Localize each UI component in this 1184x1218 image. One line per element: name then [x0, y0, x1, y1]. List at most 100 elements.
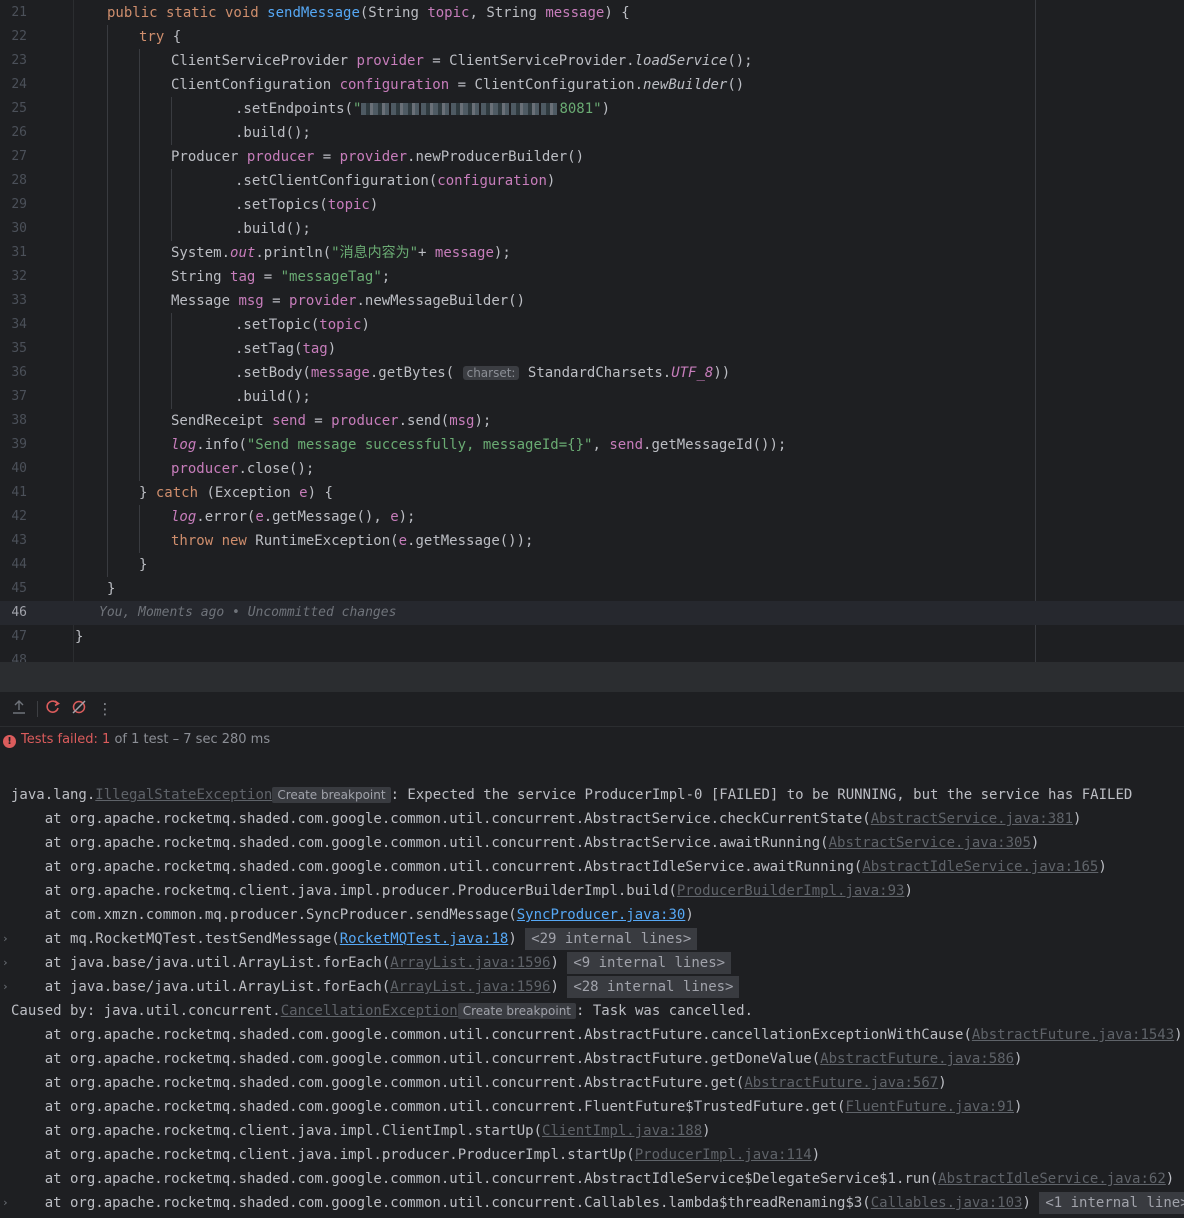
exception-line[interactable]: Caused by: java.util.concurrent.Cancella… — [0, 999, 1184, 1023]
endpoint-port: 8081 — [559, 101, 594, 117]
expand-chevron-icon[interactable]: › — [2, 951, 9, 975]
code-line[interactable]: 29 .setTopics(topic) — [0, 193, 1184, 217]
cn-string: 消息内容为 — [339, 245, 410, 261]
console-text: at org.apache.rocketmq.shaded.com.google… — [11, 1171, 1175, 1187]
code-line[interactable]: 44} — [0, 553, 1184, 577]
code-line[interactable]: 33 Message msg = provider.newMessageBuild… — [0, 289, 1184, 313]
stack-frame-line[interactable]: › at org.apache.rocketmq.shaded.com.goog… — [0, 1191, 1184, 1215]
line-number: 48 — [11, 653, 27, 662]
indent-guide — [139, 505, 140, 553]
code-line[interactable]: 34 .setTopic(topic) — [0, 313, 1184, 337]
stack-frame-line[interactable]: › at java.base/java.util.ArrayList.forEa… — [0, 951, 1184, 975]
code-line[interactable]: 28 .setClientConfiguration(configuration) — [0, 169, 1184, 193]
code-line[interactable]: 30 .build(); — [0, 217, 1184, 241]
source-link[interactable]: AbstractIdleService.java:62 — [938, 1171, 1166, 1187]
test-status-bar: ! Tests failed: 1 of 1 test – 7 sec 280 m… — [0, 727, 1184, 753]
panel-divider[interactable] — [0, 662, 1184, 692]
internal-lines-fold[interactable]: <9 internal lines> — [567, 952, 732, 974]
export-icon[interactable] — [9, 699, 29, 719]
code-line-current[interactable]: 46 You, Moments ago • Uncommitted changes — [0, 601, 1184, 625]
source-link[interactable]: ProducerImpl.java:114 — [635, 1147, 812, 1163]
stack-frame-line[interactable]: at org.apache.rocketmq.shaded.com.google… — [0, 1047, 1184, 1071]
source-link[interactable]: AbstractService.java:305 — [829, 835, 1031, 851]
source-link[interactable]: AbstractFuture.java:567 — [744, 1075, 938, 1091]
internal-lines-fold[interactable]: <28 internal lines> — [567, 976, 740, 998]
source-link[interactable]: SyncProducer.java:30 — [517, 907, 686, 923]
source-link[interactable]: ClientImpl.java:188 — [542, 1123, 702, 1139]
internal-lines-fold[interactable]: <1 internal line> — [1039, 1192, 1184, 1214]
source-link[interactable]: AbstractFuture.java:586 — [820, 1051, 1014, 1067]
exception-class-link[interactable]: CancellationException — [281, 1003, 458, 1019]
stack-frame-line[interactable]: at org.apache.rocketmq.client.java.impl.… — [0, 1143, 1184, 1167]
line-number: 47 — [11, 629, 27, 644]
code-line[interactable]: 47} — [0, 625, 1184, 649]
source-link[interactable]: FluentFuture.java:91 — [845, 1099, 1014, 1115]
code-line[interactable]: 22 try { — [0, 25, 1184, 49]
expand-chevron-icon[interactable]: › — [2, 975, 9, 999]
source-link[interactable]: AbstractService.java:381 — [871, 811, 1073, 827]
expand-chevron-icon[interactable]: › — [2, 927, 9, 951]
source-link[interactable]: Callables.java:103 — [871, 1195, 1023, 1211]
rerun-failed-icon[interactable] — [43, 699, 63, 719]
stack-frame-line[interactable]: at org.apache.rocketmq.shaded.com.google… — [0, 1095, 1184, 1119]
console-text: at org.apache.rocketmq.shaded.com.google… — [11, 1075, 947, 1091]
code-line[interactable]: 24 ClientConfiguration configuration = Cl… — [0, 73, 1184, 97]
code-line[interactable]: 32 String tag = "messageTag"; — [0, 265, 1184, 289]
code-line[interactable]: 27 Producer producer = provider.newProduc… — [0, 145, 1184, 169]
code-editor[interactable]: 21 public static void sendMessage(String … — [0, 0, 1184, 662]
source-link[interactable]: ProducerBuilderImpl.java:93 — [677, 883, 905, 899]
stack-frame-line[interactable]: › at mq.RocketMQTest.testSendMessage(Roc… — [0, 927, 1184, 951]
code-line[interactable]: 35 .setTag(tag) — [0, 337, 1184, 361]
stack-frame-line[interactable]: at org.apache.rocketmq.shaded.com.google… — [0, 807, 1184, 831]
stack-frame-line[interactable]: at org.apache.rocketmq.shaded.com.google… — [0, 855, 1184, 879]
code-line[interactable]: 36 .setBody(message.getBytes( charset: St… — [0, 361, 1184, 385]
console-text: at java.base/java.util.ArrayList.forEach… — [11, 975, 740, 999]
line-number: 25 — [11, 101, 27, 116]
console-text: at org.apache.rocketmq.shaded.com.google… — [11, 835, 1040, 851]
console-output[interactable]: java.lang.IllegalStateException Create br… — [0, 783, 1184, 1218]
code-line[interactable]: 43 throw new RuntimeException(e.getMessag… — [0, 529, 1184, 553]
code-line[interactable]: 41} catch (Exception e) { — [0, 481, 1184, 505]
failed-count: 1 — [102, 732, 111, 747]
line-number: 31 — [11, 245, 27, 260]
code-line[interactable]: 40 producer.close(); — [0, 457, 1184, 481]
source-link[interactable]: ArrayList.java:1596 — [390, 979, 550, 995]
code-line[interactable]: 25 .setEndpoints(" 8081") — [0, 97, 1184, 121]
code-line[interactable]: 48 — [0, 649, 1184, 662]
source-link[interactable]: AbstractIdleService.java:165 — [862, 859, 1098, 875]
create-breakpoint-button[interactable]: Create breakpoint — [457, 1003, 576, 1019]
code-line[interactable]: 31 System.out.println("消息内容为"+ message); — [0, 241, 1184, 265]
code-line[interactable]: 37 .build(); — [0, 385, 1184, 409]
code-line[interactable]: 21 public static void sendMessage(String … — [0, 1, 1184, 25]
code-line[interactable]: 45} — [0, 577, 1184, 601]
stack-frame-line[interactable]: at org.apache.rocketmq.client.java.impl.… — [0, 1119, 1184, 1143]
console-text: at org.apache.rocketmq.shaded.com.google… — [11, 1191, 1184, 1215]
indent-guide — [107, 25, 108, 577]
code-line[interactable]: 42 log.error(e.getMessage(), e); — [0, 505, 1184, 529]
stack-frame-line[interactable]: at org.apache.rocketmq.client.java.impl.… — [0, 879, 1184, 903]
internal-lines-fold[interactable]: <29 internal lines> — [525, 928, 698, 950]
code-line[interactable]: 26 .build(); — [0, 121, 1184, 145]
stack-frame-line[interactable]: at org.apache.rocketmq.shaded.com.google… — [0, 1071, 1184, 1095]
source-link[interactable]: ArrayList.java:1596 — [390, 955, 550, 971]
expand-chevron-icon[interactable]: › — [2, 1191, 9, 1215]
exception-line[interactable]: java.lang.IllegalStateException Create br… — [0, 783, 1184, 807]
toggle-failed-icon[interactable] — [69, 699, 89, 719]
create-breakpoint-button[interactable]: Create breakpoint — [272, 787, 391, 803]
code-line[interactable]: 38 SendReceipt send = producer.send(msg); — [0, 409, 1184, 433]
source-link[interactable]: RocketMQTest.java:18 — [340, 931, 509, 947]
stack-frame-line[interactable]: at org.apache.rocketmq.shaded.com.google… — [0, 1023, 1184, 1047]
console-text: at org.apache.rocketmq.client.java.impl.… — [11, 1147, 821, 1163]
line-number: 38 — [11, 413, 27, 428]
stack-frame-line[interactable]: at org.apache.rocketmq.shaded.com.google… — [0, 1167, 1184, 1191]
source-link[interactable]: AbstractFuture.java:1543 — [972, 1027, 1174, 1043]
stack-frame-line[interactable]: › at java.base/java.util.ArrayList.forEa… — [0, 975, 1184, 999]
stack-frame-line[interactable]: at com.xmzn.common.mq.producer.SyncProdu… — [0, 903, 1184, 927]
more-icon[interactable]: ⋮ — [95, 699, 115, 719]
code-line[interactable]: 23 ClientServiceProvider provider = Clien… — [0, 49, 1184, 73]
exception-class-link[interactable]: IllegalStateException — [95, 787, 272, 803]
stack-frame-line[interactable]: at org.apache.rocketmq.shaded.com.google… — [0, 831, 1184, 855]
status-detail: of 1 test – 7 sec 280 ms — [114, 732, 271, 747]
code-line[interactable]: 39 log.info("Send message successfully, m… — [0, 433, 1184, 457]
line-number: 24 — [11, 77, 27, 92]
